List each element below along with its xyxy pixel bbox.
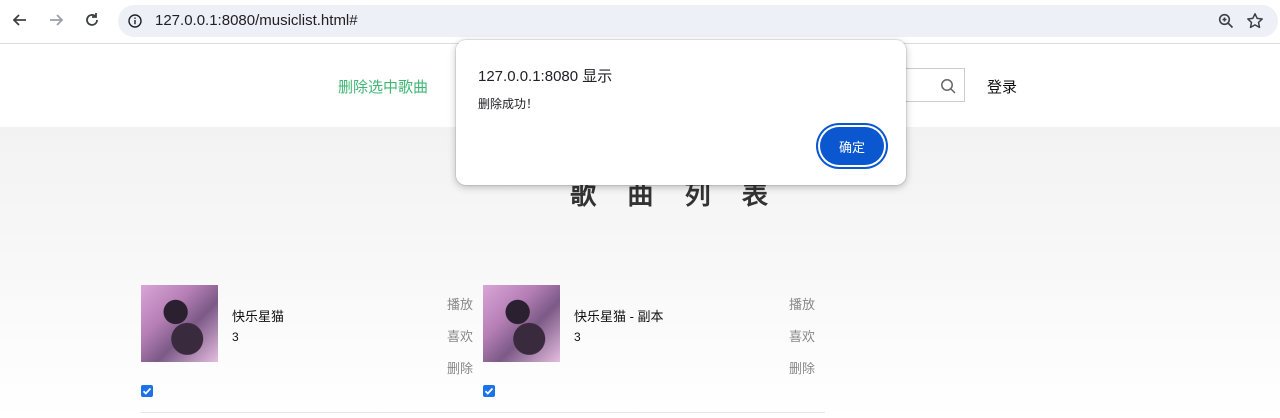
back-icon[interactable] — [8, 8, 32, 32]
play-button[interactable]: 播放 — [789, 294, 815, 313]
like-button[interactable]: 喜欢 — [447, 326, 473, 345]
browser-toolbar: 127.0.0.1:8080/musiclist.html# — [0, 0, 1280, 44]
list-item: 快乐星猫 3 播放 喜欢 删除 — [141, 285, 475, 400]
song-name: 快乐星猫 - 副本 — [574, 309, 664, 324]
url-text[interactable]: 127.0.0.1:8080/musiclist.html# — [155, 12, 358, 29]
album-cover-image — [483, 285, 560, 362]
like-button[interactable]: 喜欢 — [789, 326, 815, 345]
checkmark-icon — [484, 387, 494, 395]
delete-button[interactable]: 删除 — [789, 358, 815, 377]
zoom-icon[interactable] — [1218, 13, 1234, 29]
song-count: 3 — [232, 330, 239, 344]
delete-selected-link[interactable]: 删除选中歌曲 — [338, 76, 428, 97]
ok-button[interactable]: 确定 — [820, 127, 884, 165]
divider — [141, 412, 825, 413]
song-count: 3 — [574, 330, 581, 344]
alert-dialog: 127.0.0.1:8080 显示 删除成功！ 确定 — [456, 40, 906, 185]
forward-icon[interactable] — [44, 8, 68, 32]
dialog-title: 127.0.0.1:8080 显示 — [478, 68, 613, 85]
play-button[interactable]: 播放 — [447, 294, 473, 313]
site-info-icon[interactable] — [128, 14, 142, 28]
checkmark-icon — [142, 387, 152, 395]
dialog-message: 删除成功！ — [478, 97, 539, 111]
login-link[interactable]: 登录 — [987, 76, 1017, 97]
song-name: 快乐星猫 — [232, 309, 285, 324]
list-item: 快乐星猫 - 副本 3 播放 喜欢 删除 — [483, 285, 817, 400]
bookmark-star-icon[interactable] — [1246, 12, 1264, 30]
search-icon[interactable] — [940, 78, 956, 94]
reload-icon[interactable] — [80, 8, 104, 32]
address-bar[interactable]: 127.0.0.1:8080/musiclist.html# — [118, 5, 1278, 37]
song-checkbox[interactable] — [483, 385, 495, 397]
delete-button[interactable]: 删除 — [447, 358, 473, 377]
song-checkbox[interactable] — [141, 385, 153, 397]
album-cover-image — [141, 285, 218, 362]
